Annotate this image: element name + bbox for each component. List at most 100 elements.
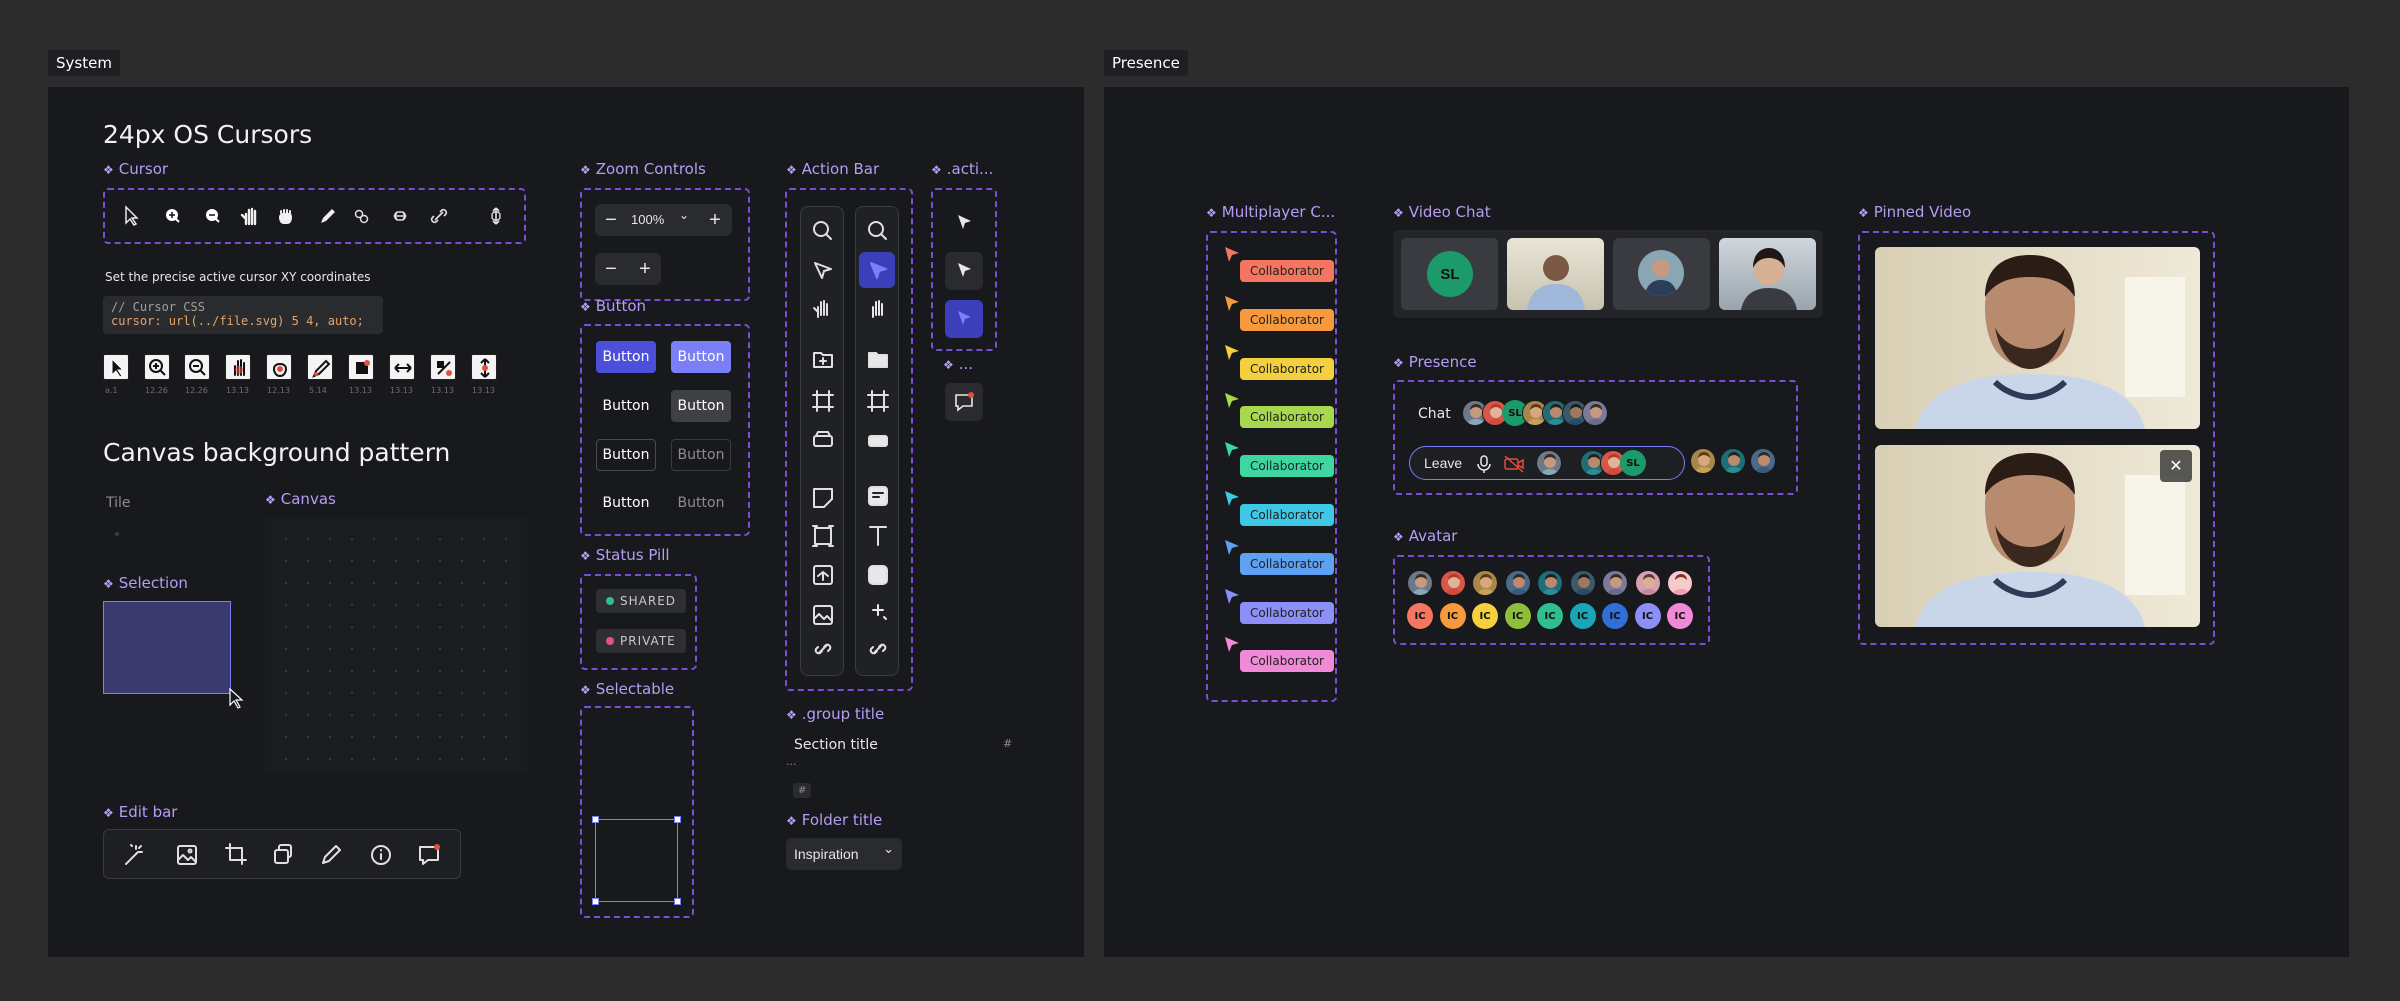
resize-handle[interactable] xyxy=(592,816,599,823)
zoom-dropdown-chevron-icon[interactable]: ⌄ xyxy=(679,208,689,222)
selection-label: ❖ Selection xyxy=(103,574,188,592)
folder-add-icon xyxy=(813,352,833,368)
cursor-tile-zoom-in xyxy=(144,354,170,380)
selectable-box[interactable] xyxy=(592,816,681,905)
zoom-out-button[interactable]: − xyxy=(595,204,627,236)
close-icon[interactable]: ✕ xyxy=(2160,450,2192,482)
edit-bar-label: ❖ Edit bar xyxy=(103,803,178,821)
microphone-icon[interactable] xyxy=(1474,454,1494,474)
cursor-caption: 13.13 xyxy=(390,386,413,395)
presence-frame-label[interactable]: Presence xyxy=(1104,50,1188,76)
chevron-down-icon: ⌄ xyxy=(883,841,894,856)
initials-avatar[interactable]: IC xyxy=(1602,603,1628,629)
collaborator-tag: Collaborator xyxy=(1240,650,1334,673)
sparkle-icon xyxy=(872,604,887,620)
outline-button-disabled[interactable]: Button xyxy=(671,439,731,471)
acti-arrow-selected[interactable] xyxy=(945,300,983,338)
primary-button-hover[interactable]: Button xyxy=(671,341,731,373)
initials-avatar[interactable]: IC xyxy=(1439,603,1466,629)
initials-avatar[interactable]: IC xyxy=(1537,603,1563,629)
avatar[interactable] xyxy=(1690,448,1716,474)
leave-button[interactable]: Leave xyxy=(1424,455,1462,471)
acti-arrow-default[interactable] xyxy=(945,204,983,242)
duplicate-icon xyxy=(274,844,292,864)
zoom-value[interactable]: 100% xyxy=(631,212,664,227)
cursor-caption: 13.13 xyxy=(349,386,372,395)
camera-off-icon[interactable] xyxy=(1503,454,1525,474)
system-frame-label[interactable]: System xyxy=(48,50,120,76)
avatar[interactable] xyxy=(1536,450,1562,476)
collaborator-cursor-icon xyxy=(1225,539,1239,555)
folder-dropdown[interactable]: Inspiration ⌄ xyxy=(786,838,902,870)
zoom-in-button[interactable]: + xyxy=(629,253,661,285)
initials-avatar[interactable]: IC xyxy=(1407,603,1433,629)
video-tile-initials[interactable]: SL xyxy=(1401,238,1498,310)
search-icon xyxy=(813,221,832,240)
avatar[interactable] xyxy=(1634,570,1661,596)
resize-vertical-icon xyxy=(491,207,501,225)
selection-box[interactable] xyxy=(103,601,231,694)
resize-handle[interactable] xyxy=(674,898,681,905)
primary-button[interactable]: Button xyxy=(596,341,656,373)
hash-tag[interactable]: # xyxy=(793,783,812,798)
cursor-caption: 13.13 xyxy=(226,386,249,395)
avatar xyxy=(1638,250,1684,296)
zoom-in-button[interactable]: + xyxy=(699,204,731,236)
video-tile-person-2[interactable] xyxy=(1719,238,1816,310)
canvas-pattern[interactable] xyxy=(265,518,527,774)
multiplayer-label: ❖ Multiplayer C... xyxy=(1206,203,1336,221)
ghost-button-hover[interactable]: Button xyxy=(671,390,731,422)
cursor-tile-resize-h xyxy=(389,354,415,380)
frame-icon xyxy=(812,390,834,412)
resize-handle[interactable] xyxy=(674,816,681,823)
video-tile-person-1[interactable] xyxy=(1507,238,1604,310)
collaborator-tag: Collaborator xyxy=(1240,455,1334,478)
initials-avatar[interactable]: IC xyxy=(1472,603,1498,629)
avatar[interactable] xyxy=(1569,570,1596,596)
comment-button[interactable] xyxy=(945,383,983,421)
embed-icon xyxy=(813,565,833,585)
cursor-caption: a.1 xyxy=(105,386,118,395)
avatar[interactable] xyxy=(1439,570,1466,596)
initials-avatar[interactable]: IC xyxy=(1634,603,1661,629)
ghost-button[interactable]: Button xyxy=(596,390,656,422)
status-pill-label: ❖ Status Pill xyxy=(580,546,670,564)
avatar[interactable] xyxy=(1537,570,1563,596)
text-button-disabled[interactable]: Button xyxy=(671,487,731,519)
acti-arrow-hover[interactable] xyxy=(945,252,983,290)
collaborator-tag: Collaborator xyxy=(1240,357,1334,380)
pinned-video-1[interactable] xyxy=(1875,247,2200,429)
resize-handle[interactable] xyxy=(592,898,599,905)
edit-bar xyxy=(103,829,461,879)
collaborator-cursor-icon xyxy=(1225,442,1239,458)
zoom-in-icon xyxy=(166,209,180,223)
avatar[interactable] xyxy=(1582,400,1608,426)
image-icon xyxy=(177,845,197,865)
text-button[interactable]: Button xyxy=(596,487,656,519)
avatar[interactable] xyxy=(1602,570,1628,596)
pinned-video-2[interactable]: ✕ xyxy=(1875,445,2200,627)
avatar[interactable] xyxy=(1667,570,1693,596)
cursor-tile-resize-v xyxy=(471,354,497,380)
initials-avatar[interactable]: IC xyxy=(1504,603,1531,629)
outline-button[interactable]: Button xyxy=(596,439,656,471)
cursor-tiles: a.1 12.26 12.26 13.13 12.13 5.14 13.13 1… xyxy=(103,354,503,404)
avatar[interactable] xyxy=(1750,448,1776,474)
collaborator-cursor-icon xyxy=(1225,491,1239,506)
avatar[interactable] xyxy=(1504,570,1531,596)
avatar[interactable] xyxy=(1720,448,1746,474)
zoom-out-button[interactable]: − xyxy=(595,253,627,285)
video-tile-avatar[interactable] xyxy=(1613,238,1710,310)
collaborator-tag: Collaborator xyxy=(1240,552,1334,575)
comment-icon xyxy=(419,846,439,865)
search-icon xyxy=(868,221,887,240)
avatar[interactable] xyxy=(1407,570,1433,596)
avatar[interactable] xyxy=(1472,570,1498,596)
avatar-initials-row: IC IC IC IC IC IC IC IC IC xyxy=(1407,603,1707,631)
initials-avatar[interactable]: IC xyxy=(1667,603,1693,629)
code-comment: // Cursor CSS xyxy=(111,300,205,314)
action-bar-filled xyxy=(855,206,899,676)
avatar-photo-row xyxy=(1407,570,1707,598)
initials-avatar[interactable]: IC xyxy=(1569,603,1596,629)
initials-avatar[interactable]: SL xyxy=(1620,450,1646,476)
